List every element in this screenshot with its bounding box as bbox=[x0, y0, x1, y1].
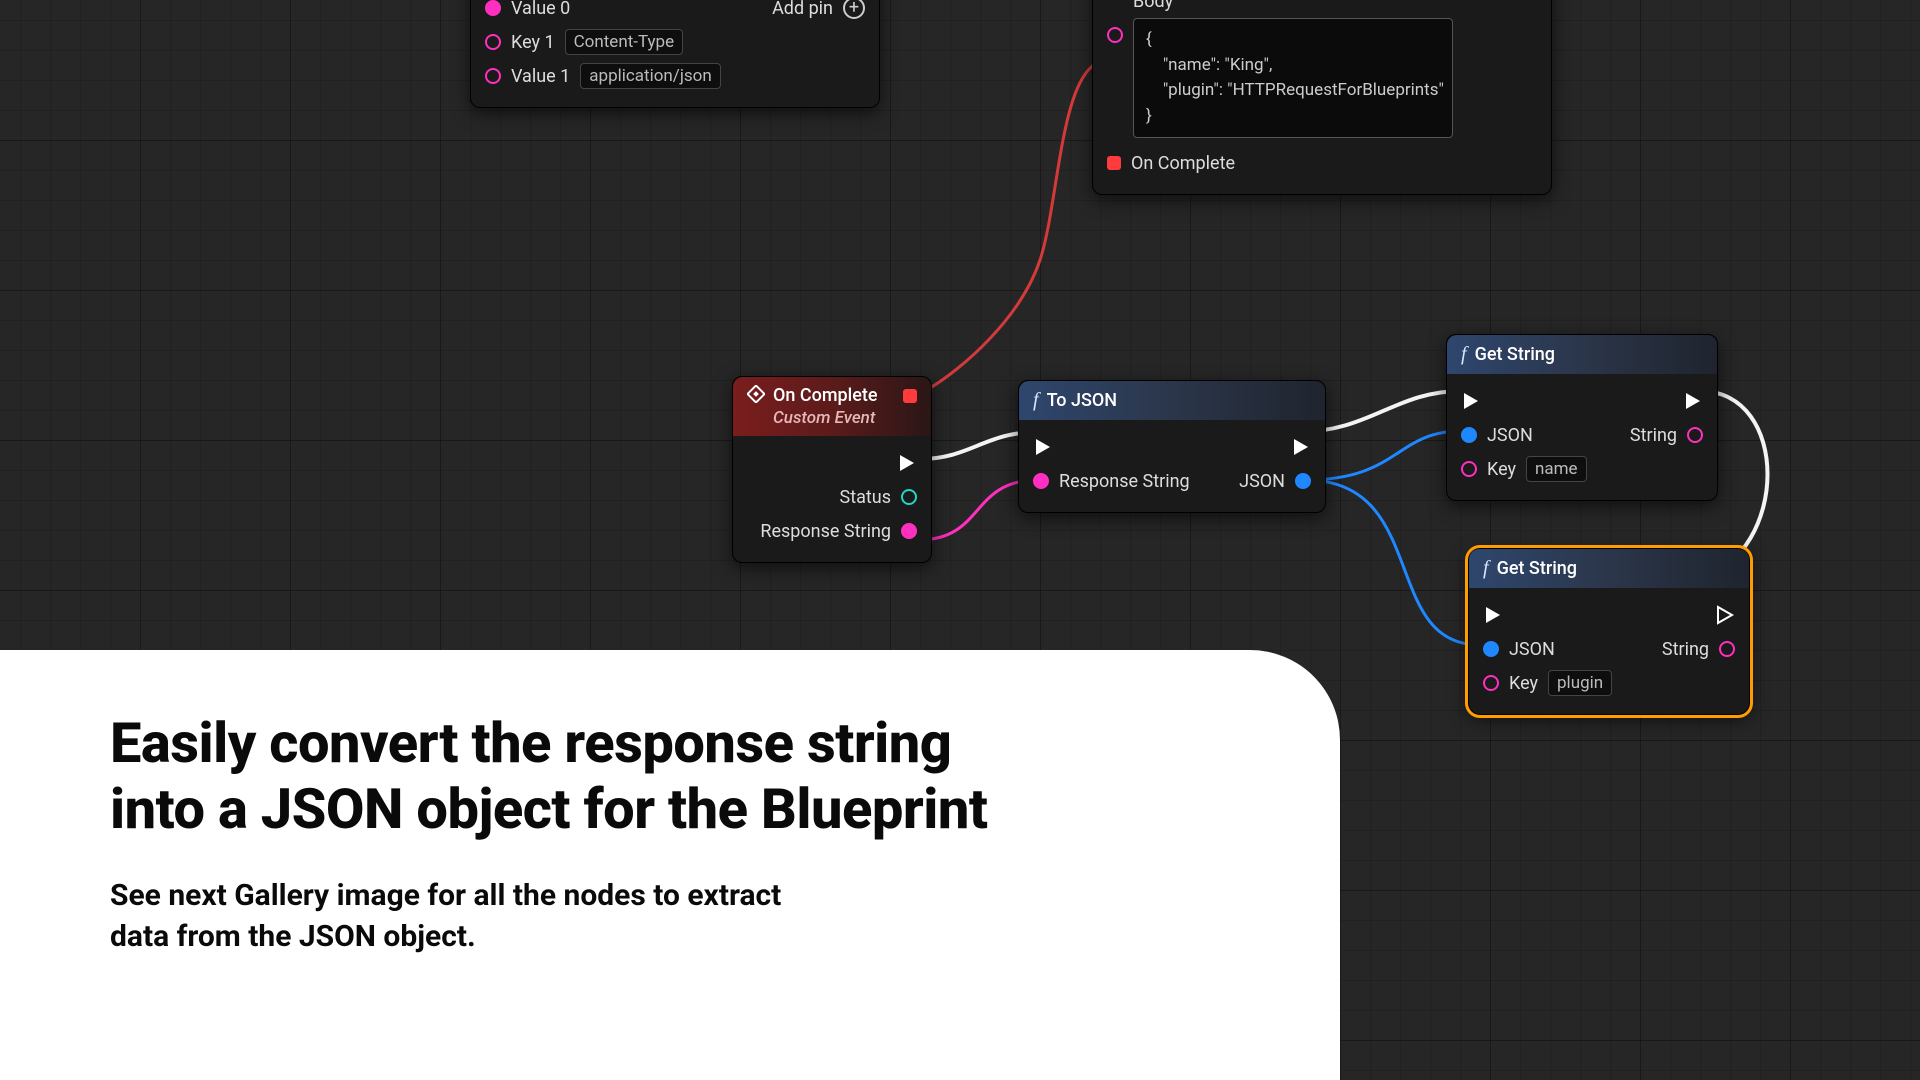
node-http-request[interactable]: Body { "name": "King", "plugin": "HTTPRe… bbox=[1092, 0, 1552, 195]
node-title: To JSON bbox=[1047, 390, 1118, 411]
node-header: f To JSON bbox=[1019, 381, 1325, 420]
key1-value-field[interactable]: Content-Type bbox=[565, 29, 684, 55]
pin-label: String bbox=[1662, 639, 1709, 660]
event-icon bbox=[747, 385, 765, 403]
node-to-json[interactable]: f To JSON Response String JSON bbox=[1018, 380, 1326, 513]
pin-body-in[interactable] bbox=[1107, 27, 1123, 43]
pin-label: Key bbox=[1487, 459, 1516, 480]
body-label: Body bbox=[1133, 0, 1537, 12]
pin-value0-in[interactable] bbox=[485, 0, 501, 16]
delegate-pin[interactable] bbox=[1107, 156, 1121, 170]
pin-label: Value 0 bbox=[511, 0, 570, 19]
node-header: On Complete Custom Event bbox=[733, 377, 931, 436]
node-http-headers[interactable]: Value 0 Add pin + Key 1 Content-Type Val… bbox=[470, 0, 880, 108]
exec-out-pin[interactable] bbox=[1683, 391, 1703, 411]
pin-label: JSON bbox=[1487, 425, 1533, 446]
function-icon: f bbox=[1483, 557, 1489, 580]
pin-label: JSON bbox=[1509, 639, 1555, 660]
pin-label: Key 1 bbox=[511, 32, 555, 53]
add-pin-button[interactable]: Add pin + bbox=[772, 0, 865, 25]
caption-sub1: See next Gallery image for all the nodes… bbox=[110, 878, 781, 913]
exec-in-pin[interactable] bbox=[1483, 605, 1503, 625]
exec-out-pin[interactable] bbox=[897, 453, 917, 473]
exec-out-pin[interactable] bbox=[1715, 605, 1735, 625]
on-complete-delegate-label: On Complete bbox=[1131, 153, 1235, 174]
pin-key-in[interactable] bbox=[1461, 461, 1477, 477]
value1-value-field[interactable]: application/json bbox=[580, 63, 720, 89]
response-out-label: Response String bbox=[760, 521, 891, 542]
exec-out-pin[interactable] bbox=[1291, 437, 1311, 457]
pin-label: JSON bbox=[1239, 471, 1285, 492]
pin-key1-in[interactable] bbox=[485, 34, 501, 50]
node-get-string-2[interactable]: f Get String JSON String Key plugin bbox=[1468, 548, 1750, 715]
node-get-string-1[interactable]: f Get String JSON String Key name bbox=[1446, 334, 1718, 501]
node-header: f Get String bbox=[1469, 549, 1749, 588]
pin-response-out[interactable] bbox=[901, 523, 917, 539]
pin-response-string-in[interactable] bbox=[1033, 473, 1049, 489]
function-icon: f bbox=[1033, 389, 1039, 412]
pin-label: String bbox=[1630, 425, 1677, 446]
node-header: f Get String bbox=[1447, 335, 1717, 374]
function-icon: f bbox=[1461, 343, 1467, 366]
promo-caption-card: Easily convert the response string into … bbox=[0, 650, 1340, 1080]
key-value-field[interactable]: plugin bbox=[1548, 670, 1612, 696]
pin-label: Key bbox=[1509, 673, 1538, 694]
pin-json-in[interactable] bbox=[1483, 641, 1499, 657]
pin-json-out[interactable] bbox=[1295, 473, 1311, 489]
exec-in-pin[interactable] bbox=[1461, 391, 1481, 411]
caption-line2: into a JSON object for the Blueprint bbox=[110, 776, 988, 842]
pin-string-out[interactable] bbox=[1719, 641, 1735, 657]
key-value-field[interactable]: name bbox=[1526, 456, 1587, 482]
add-pin-label: Add pin bbox=[772, 0, 833, 19]
pin-value1-in[interactable] bbox=[485, 68, 501, 84]
node-subtitle: Custom Event bbox=[773, 408, 895, 428]
pin-label: Value 1 bbox=[511, 66, 570, 87]
node-title: Get String bbox=[1497, 558, 1577, 579]
node-title: Get String bbox=[1475, 344, 1555, 365]
plus-icon: + bbox=[843, 0, 865, 19]
caption-subtext: See next Gallery image for all the nodes… bbox=[110, 876, 1230, 957]
pin-json-in[interactable] bbox=[1461, 427, 1477, 443]
body-text-field[interactable]: { "name": "King", "plugin": "HTTPRequest… bbox=[1133, 18, 1453, 138]
status-out-label: Status bbox=[840, 487, 891, 508]
pin-status-out[interactable] bbox=[901, 489, 917, 505]
pin-label: Response String bbox=[1059, 471, 1190, 492]
pin-string-out[interactable] bbox=[1687, 427, 1703, 443]
node-title: On Complete bbox=[773, 385, 878, 406]
pin-key-in[interactable] bbox=[1483, 675, 1499, 691]
caption-line1: Easily convert the response string bbox=[110, 710, 951, 776]
delegate-pin[interactable] bbox=[903, 389, 917, 403]
caption-heading: Easily convert the response string into … bbox=[110, 710, 1230, 842]
node-on-complete-event[interactable]: On Complete Custom Event Status Response… bbox=[732, 376, 932, 563]
exec-in-pin[interactable] bbox=[1033, 437, 1053, 457]
caption-sub2: data from the JSON object. bbox=[110, 919, 476, 954]
